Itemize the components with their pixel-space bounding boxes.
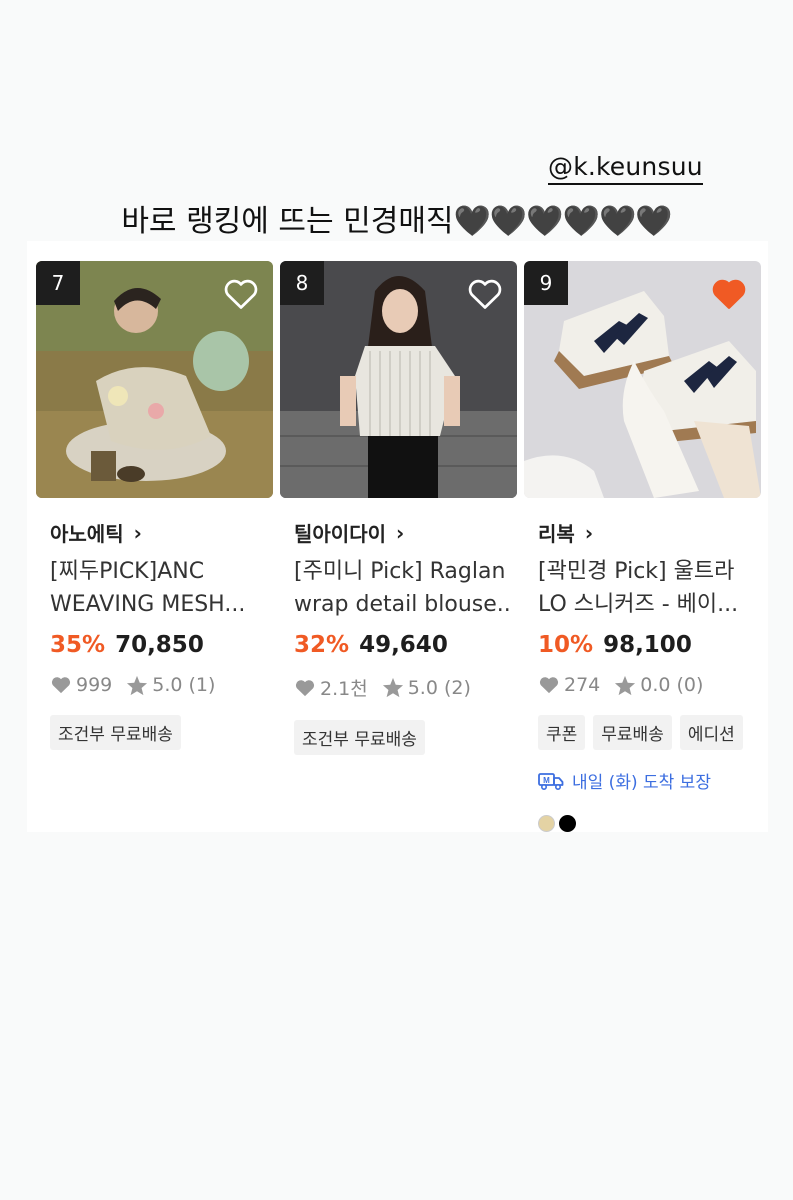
title-line: [주미니 Pick] Raglan	[294, 559, 506, 584]
tag-list: 쿠폰 무료배송 에디션	[524, 715, 761, 750]
star-icon	[127, 675, 148, 695]
heart-icon	[295, 679, 315, 696]
star-icon	[382, 677, 403, 698]
brand-name: 틸아이다이	[294, 522, 386, 546]
heart-icon	[539, 677, 559, 694]
story-caption: 바로 랭킹에 뜨는 민경매직🖤🖤🖤🖤🖤🖤	[0, 196, 793, 240]
rank-badge: 8	[280, 261, 324, 305]
price-row: 10% 98,100	[524, 632, 761, 658]
delivery-text: 내일 (화) 도착 보장	[572, 773, 711, 793]
like-count: 274	[564, 674, 601, 696]
star-icon	[615, 675, 636, 695]
product-title[interactable]: [주미니 Pick] Raglan wrap detail blouse...	[280, 555, 517, 621]
product-image[interactable]: 8	[280, 261, 517, 498]
rank-badge: 7	[36, 261, 80, 305]
rating: 5.0 (1)	[152, 674, 216, 696]
title-line: [곽민경 Pick] 울트라	[538, 559, 735, 584]
color-swatch-black[interactable]	[559, 815, 576, 832]
chevron-right-icon: ›	[396, 520, 405, 545]
chevron-right-icon: ›	[584, 520, 594, 545]
brand-link[interactable]: 리복 ›	[524, 518, 761, 547]
caption-hearts: 🖤🖤🖤🖤🖤🖤	[453, 204, 673, 239]
price-row: 32% 49,640	[280, 632, 517, 658]
product-title[interactable]: [찌두PICK]ANC WEAVING MESH...	[36, 555, 273, 621]
rating: 5.0 (2)	[407, 676, 471, 699]
discount-rate: 32%	[294, 632, 350, 658]
title-line: WEAVING MESH...	[50, 592, 246, 617]
title-line: wrap detail blouse...	[294, 592, 511, 617]
brand-link[interactable]: 아노에틱 ›	[36, 518, 273, 547]
svg-text:M: M	[543, 776, 550, 785]
heart-filled-icon[interactable]	[711, 277, 747, 311]
title-line: LO 스니커즈 - 베이...	[538, 592, 739, 617]
caption-text: 바로 랭킹에 뜨는 민경매직	[121, 204, 454, 239]
heart-outline-icon[interactable]	[467, 277, 503, 311]
title-line: [찌두PICK]ANC	[50, 559, 205, 584]
brand-name: 아노에틱	[50, 522, 124, 546]
stats-row: 2.1천 5.0 (2)	[280, 674, 517, 701]
heart-icon	[51, 677, 71, 694]
like-count: 999	[76, 674, 113, 696]
price-row: 35% 70,850	[36, 632, 273, 658]
shipping-tag: 무료배송	[593, 715, 672, 750]
brand-link[interactable]: 틸아이다이 ›	[280, 518, 517, 547]
coupon-tag: 쿠폰	[538, 715, 586, 750]
product-image[interactable]: 7	[36, 261, 273, 498]
product-card[interactable]: 7 아노에틱 › [찌두PICK]ANC WEAVING MESH... 35%…	[36, 261, 273, 750]
price: 98,100	[603, 632, 692, 658]
price: 70,850	[115, 632, 204, 658]
product-card[interactable]: 8 틸아이다이 › [주미니 Pick] Raglan wrap detail …	[280, 261, 517, 755]
rating: 0.0 (0)	[640, 674, 704, 696]
tag-list: 조건부 무료배송	[280, 720, 517, 755]
product-title[interactable]: [곽민경 Pick] 울트라 LO 스니커즈 - 베이...	[524, 555, 761, 621]
ranking-panel: 7 아노에틱 › [찌두PICK]ANC WEAVING MESH... 35%…	[27, 241, 768, 832]
like-count: 2.1천	[320, 678, 368, 700]
edition-tag: 에디션	[679, 715, 743, 750]
stats-row: 274 0.0 (0)	[524, 674, 761, 696]
shipping-tag: 조건부 무료배송	[50, 715, 181, 750]
brand-name: 리복	[538, 522, 575, 546]
price: 49,640	[359, 632, 448, 658]
delivery-guarantee: M 내일 (화) 도착 보장	[524, 768, 761, 793]
product-card[interactable]: 9 리복 › [곽민경 Pick] 울트라 LO 스니커즈 - 베이... 10…	[524, 261, 761, 832]
color-swatch-beige[interactable]	[538, 815, 555, 832]
rank-badge: 9	[524, 261, 568, 305]
color-swatches	[524, 815, 761, 832]
chevron-right-icon: ›	[133, 520, 142, 545]
tag-list: 조건부 무료배송	[36, 715, 273, 750]
delivery-truck-icon: M	[538, 772, 564, 790]
heart-outline-icon[interactable]	[223, 277, 259, 311]
discount-rate: 10%	[538, 632, 594, 658]
discount-rate: 35%	[50, 632, 106, 658]
story-mention[interactable]: @k.keunsuu	[548, 152, 703, 185]
stats-row: 999 5.0 (1)	[36, 674, 273, 696]
shipping-tag: 조건부 무료배송	[294, 720, 425, 755]
product-image[interactable]: 9	[524, 261, 761, 498]
